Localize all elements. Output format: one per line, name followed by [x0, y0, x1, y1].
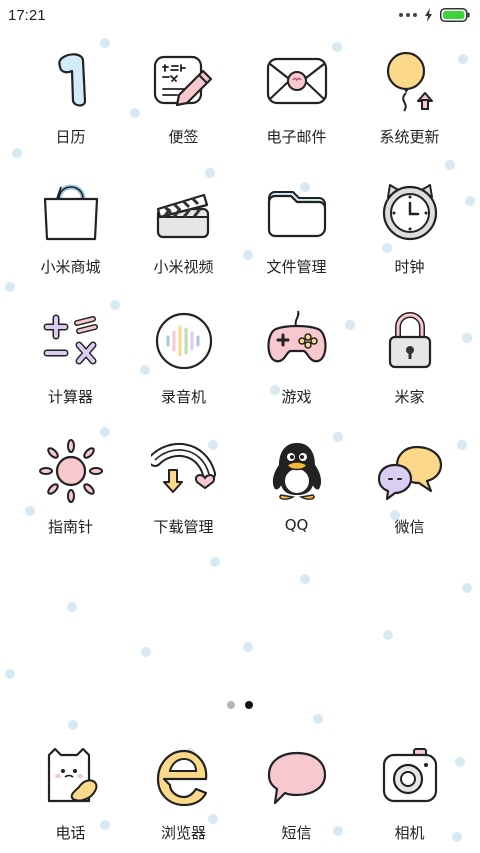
app-label: 米家: [394, 388, 425, 406]
folder-icon: [262, 176, 332, 246]
app-label: 电话: [55, 824, 86, 842]
app-system-update[interactable]: 系统更新: [353, 46, 466, 176]
app-label: 电子邮件: [266, 128, 327, 146]
dock-browser[interactable]: 浏览器: [127, 742, 240, 843]
page-indicator[interactable]: [0, 701, 480, 709]
page-dot-1[interactable]: [227, 701, 235, 709]
status-time: 17:21: [8, 6, 46, 24]
app-label: 短信: [281, 824, 312, 842]
phone-icon: [36, 742, 106, 812]
dock-phone[interactable]: 电话: [14, 742, 127, 843]
app-wechat[interactable]: 微信: [353, 436, 466, 566]
charging-bolt-icon: [425, 8, 432, 22]
system-update-icon: [375, 46, 445, 116]
notes-icon: [149, 46, 219, 116]
app-label: 文件管理: [266, 258, 327, 276]
app-label: 浏览器: [160, 824, 206, 842]
padlock-icon: [375, 306, 445, 376]
app-compass[interactable]: 指南针: [14, 436, 127, 566]
app-label: 指南针: [47, 518, 93, 536]
app-label: 计算器: [47, 388, 93, 406]
dock-messages[interactable]: 短信: [240, 742, 353, 843]
app-label: 游戏: [281, 388, 312, 406]
email-icon: [262, 46, 332, 116]
status-icons: [399, 8, 470, 22]
app-label: QQ: [284, 516, 309, 534]
clapperboard-icon: [149, 176, 219, 246]
qq-penguin-icon: [262, 436, 332, 506]
app-mi-store[interactable]: 小米商城: [14, 176, 127, 306]
app-label: 下载管理: [153, 518, 214, 536]
app-label: 系统更新: [379, 128, 440, 146]
dock: 电话 浏览器 短信 相机: [0, 742, 480, 843]
app-notes[interactable]: 便签: [127, 46, 240, 176]
speech-bubble-icon: [262, 742, 332, 812]
app-label: 相机: [394, 824, 425, 842]
app-label: 时钟: [394, 258, 425, 276]
dock-camera[interactable]: 相机: [353, 742, 466, 843]
app-clock[interactable]: 时钟: [353, 176, 466, 306]
status-bar: 17:21: [0, 0, 480, 30]
game-controller-icon: [262, 306, 332, 376]
sound-wave-icon: [149, 306, 219, 376]
sun-icon: [36, 436, 106, 506]
app-label: 便签: [168, 128, 199, 146]
battery-icon: [440, 8, 470, 22]
mi-store-icon: [36, 176, 106, 246]
calendar-icon: [36, 46, 106, 116]
app-qq[interactable]: QQ: [240, 436, 353, 566]
app-grid: 日历 便签 电子邮件 系统更新 小米商城 小米视频 文件管理 时钟 计算器 录音…: [0, 46, 480, 566]
app-label: 小米视频: [153, 258, 214, 276]
clock-icon: [375, 176, 445, 246]
app-label: 小米商城: [40, 258, 101, 276]
browser-icon: [149, 742, 219, 812]
app-label: 微信: [394, 518, 425, 536]
wechat-bubbles-icon: [375, 436, 445, 506]
app-email[interactable]: 电子邮件: [240, 46, 353, 176]
app-calculator[interactable]: 计算器: [14, 306, 127, 436]
app-game[interactable]: 游戏: [240, 306, 353, 436]
app-recorder[interactable]: 录音机: [127, 306, 240, 436]
app-calendar[interactable]: 日历: [14, 46, 127, 176]
more-notifications-icon: [399, 13, 417, 17]
calculator-icon: [36, 306, 106, 376]
app-mi-video[interactable]: 小米视频: [127, 176, 240, 306]
rainbow-download-icon: [149, 436, 219, 506]
app-file-manager[interactable]: 文件管理: [240, 176, 353, 306]
camera-icon: [375, 742, 445, 812]
app-mijia[interactable]: 米家: [353, 306, 466, 436]
app-label: 日历: [55, 128, 86, 146]
page-dot-2-current[interactable]: [245, 701, 253, 709]
app-download-manager[interactable]: 下载管理: [127, 436, 240, 566]
app-label: 录音机: [160, 388, 206, 406]
